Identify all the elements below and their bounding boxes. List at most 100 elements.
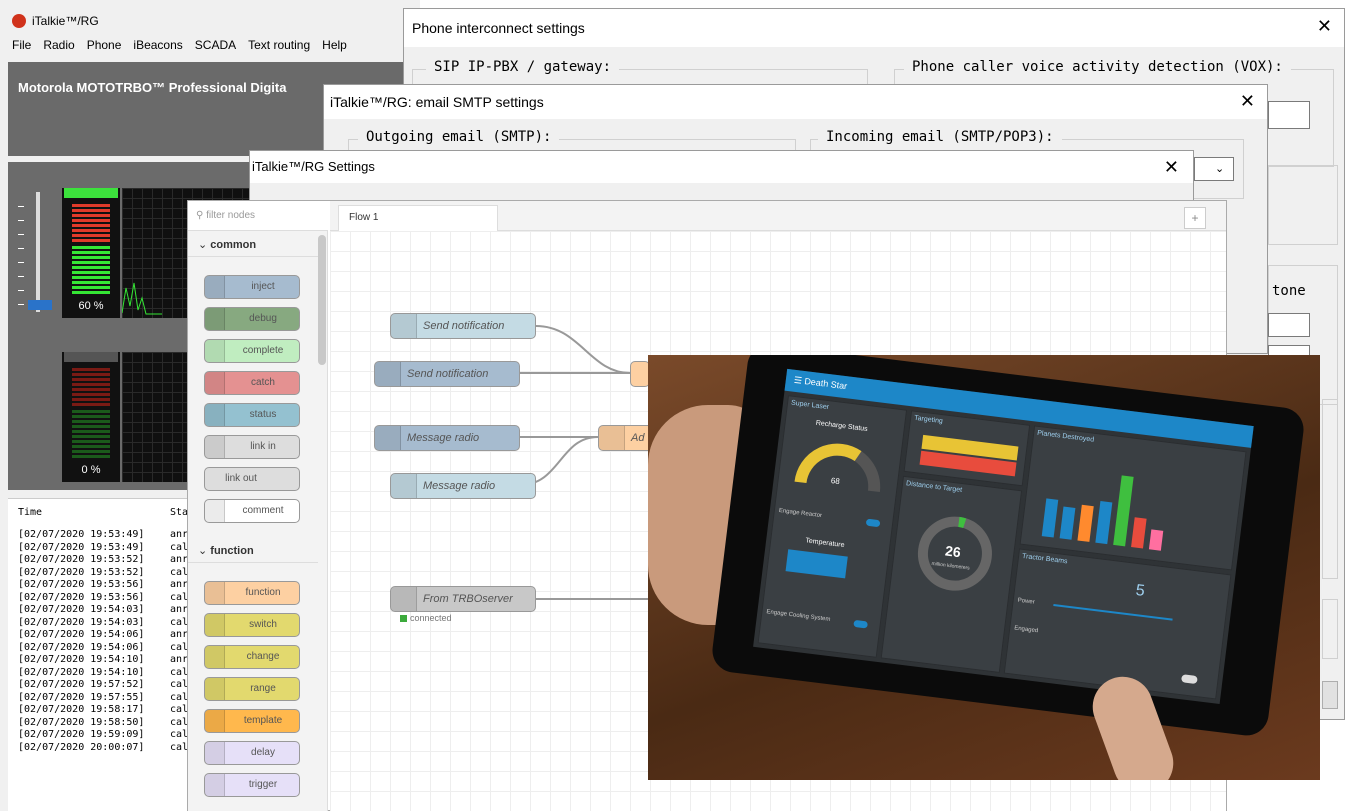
tablet-dashboard-photo: ☰ Death Star Super Laser Recharge Status…	[648, 355, 1320, 780]
window-title: iTalkie™/RG	[12, 14, 99, 28]
volume-slider-handle[interactable]	[28, 300, 52, 310]
palette-node-link-in[interactable]: link in	[204, 435, 300, 459]
vox-field[interactable]	[1268, 101, 1310, 129]
palette-node-change[interactable]: change	[204, 645, 300, 669]
palette-node-label: inject	[251, 281, 275, 292]
ok-button[interactable]	[1322, 681, 1338, 709]
node-status: connected	[400, 613, 452, 623]
bar	[1059, 506, 1076, 540]
power-slider[interactable]	[1053, 604, 1173, 621]
dialog-title-bar: Phone interconnect settings ✕	[404, 9, 1344, 47]
flow-node-label: Message radio	[407, 432, 480, 444]
log-time: [02/07/2020 19:57:55]	[18, 691, 145, 703]
flow-node-send-notification-2[interactable]: Send notification	[374, 361, 520, 387]
palette-node-range[interactable]: range	[204, 677, 300, 701]
close-icon[interactable]: ✕	[1240, 92, 1255, 110]
inject-icon	[375, 426, 401, 450]
palette-node-comment[interactable]: comment	[204, 499, 300, 523]
flow-node-partial[interactable]	[630, 361, 650, 387]
card-targeting: Targeting	[903, 410, 1031, 487]
tone-label: tone	[1272, 283, 1306, 299]
palette-node-switch[interactable]: switch	[204, 613, 300, 637]
delay-icon	[205, 742, 225, 764]
flow-node-from-trboserver[interactable]: From TRBOserver	[390, 586, 536, 612]
menu-phone[interactable]: Phone	[87, 38, 122, 52]
flow-node-send-notification-1[interactable]: Send notification	[390, 313, 536, 339]
palette-node-template[interactable]: template	[204, 709, 300, 733]
change-icon	[205, 646, 225, 668]
palette-node-status[interactable]: status	[204, 403, 300, 427]
tab-flow-1[interactable]: Flow 1	[338, 205, 498, 231]
dialog-title: iTalkie™/RG Settings	[252, 159, 375, 174]
chevron-down-icon: ⌄	[1215, 163, 1225, 175]
palette-node-debug[interactable]: debug	[204, 307, 300, 331]
menu-help[interactable]: Help	[322, 38, 347, 52]
search-icon: ⚲	[196, 210, 207, 221]
category-function[interactable]: ⌄ function	[188, 539, 318, 563]
waveform-trace	[121, 282, 162, 315]
engaged-toggle[interactable]	[1180, 674, 1198, 685]
menu-ibeacons[interactable]: iBeacons	[133, 38, 182, 52]
log-status: anr	[170, 654, 189, 665]
engage-reactor-toggle[interactable]	[865, 518, 881, 528]
catch-icon	[205, 372, 225, 394]
dialog-title-bar: iTalkie™/RG: email SMTP settings ✕	[324, 85, 1267, 119]
log-time: [02/07/2020 19:53:49]	[18, 529, 145, 540]
palette-node-catch[interactable]: catch	[204, 371, 300, 395]
add-tab-button[interactable]: +	[1184, 207, 1206, 229]
vu-meter-1: 60 %	[62, 188, 120, 318]
card-planets: Planets Destroyed	[1019, 425, 1247, 571]
log-time: [02/07/2020 19:54:06]	[18, 641, 145, 653]
palette-node-delay[interactable]: delay	[204, 741, 300, 765]
palette-node-inject[interactable]: inject	[204, 275, 300, 299]
app-logo-icon	[12, 14, 26, 28]
palette-node-label: trigger	[248, 779, 278, 790]
group-box-right	[1268, 165, 1338, 245]
bar	[1113, 475, 1134, 547]
template-icon	[205, 710, 225, 732]
engage-cooling-toggle[interactable]	[853, 619, 869, 629]
palette-node-label: switch	[249, 619, 277, 630]
log-status: cal	[170, 679, 189, 690]
switch-icon	[205, 614, 225, 636]
tone-field-1[interactable]	[1268, 313, 1310, 337]
palette-node-label: complete	[242, 345, 284, 356]
menu-radio[interactable]: Radio	[43, 38, 74, 52]
close-icon[interactable]: ✕	[1317, 17, 1332, 35]
menu-text-routing[interactable]: Text routing	[248, 38, 310, 52]
flow-node-message-radio-1[interactable]: Message radio	[374, 425, 520, 451]
inject-icon	[205, 276, 225, 298]
menu-scada[interactable]: SCADA	[195, 38, 236, 52]
group-box-right-3	[1322, 399, 1338, 579]
log-time: [02/07/2020 19:58:50]	[18, 716, 145, 728]
function-icon	[205, 582, 225, 604]
tractor-value: 5	[1134, 582, 1146, 600]
sip-group-label: SIP IP-PBX / gateway:	[426, 59, 620, 75]
close-icon[interactable]: ✕	[1164, 158, 1179, 176]
palette-node-complete[interactable]: complete	[204, 339, 300, 363]
palette-node-trigger[interactable]: trigger	[204, 773, 300, 797]
log-time: [02/07/2020 19:54:03]	[18, 604, 145, 615]
inject-icon	[375, 362, 401, 386]
vu-meter-1-label: 60 %	[78, 300, 104, 312]
palette-scrollbar[interactable]	[318, 235, 326, 365]
palette-node-label: function	[245, 587, 281, 598]
log-status: cal	[170, 566, 189, 578]
function-icon	[599, 426, 625, 450]
dialog-title-bar: iTalkie™/RG Settings ✕	[250, 151, 1193, 183]
engaged-label: Engaged	[1013, 625, 1039, 635]
vox-group-label: Phone caller voice activity detection (V…	[904, 59, 1291, 75]
temperature-bar	[785, 549, 848, 579]
category-common[interactable]: ⌄ common	[188, 233, 318, 257]
tablet: ☰ Death Star Super Laser Recharge Status…	[709, 355, 1307, 738]
palette-node-label: link in	[250, 441, 276, 452]
dropdown[interactable]: ⌄	[1194, 157, 1234, 181]
menu-file[interactable]: File	[12, 38, 31, 52]
palette-node-link-out[interactable]: link out	[204, 467, 300, 491]
flow-node-message-radio-2[interactable]: Message radio	[390, 473, 536, 499]
palette-node-function[interactable]: function	[204, 581, 300, 605]
palette-search[interactable]: ⚲ filter nodes	[188, 201, 328, 231]
palette-node-label: comment	[242, 505, 284, 516]
bar	[1077, 504, 1094, 542]
log-time: [02/07/2020 19:54:10]	[18, 654, 145, 665]
